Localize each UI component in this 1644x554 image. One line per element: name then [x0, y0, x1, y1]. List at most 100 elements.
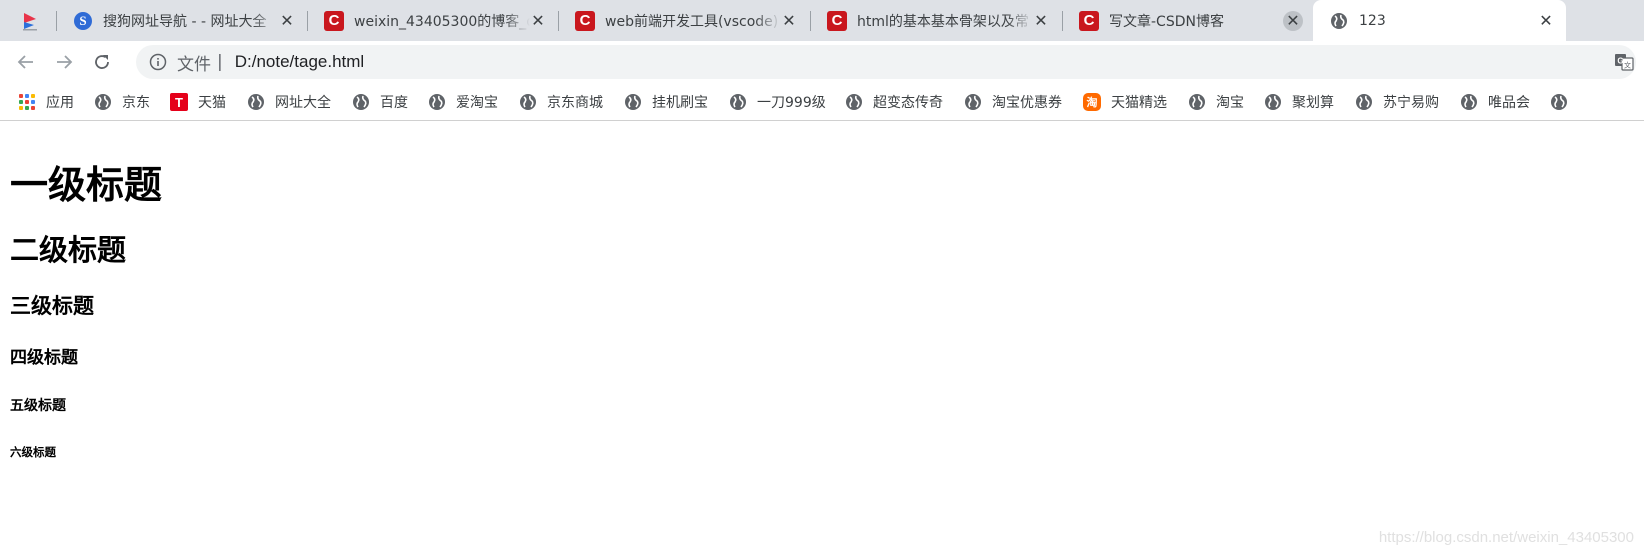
watermark: https://blog.csdn.net/weixin_43405300 [1378, 529, 1634, 546]
bookmark-baidu[interactable]: 百度 [352, 83, 408, 120]
bookmark-jd[interactable]: 京东 [94, 83, 150, 120]
url-text[interactable]: D:/note/tage.html [235, 52, 364, 72]
tab-title: 123 [1359, 12, 1386, 29]
close-icon[interactable]: ✕ [1283, 11, 1303, 31]
tab-strip: S 搜狗网址导航 - - 网址大全 ✕ C weixin_43405300的博客… [0, 0, 1644, 41]
arrow-right-icon [57, 55, 73, 69]
tab-html-skeleton[interactable]: C html的基本基本骨架以及常 ✕ [811, 0, 1061, 41]
svg-text:文: 文 [1624, 61, 1631, 70]
page-content: 一级标题 二级标题 三级标题 四级标题 五级标题 六级标题 https://bl… [0, 122, 1644, 554]
tab-csdn-blog[interactable]: C weixin_43405300的博客_q ✕ [308, 0, 558, 41]
bookmark-overflow[interactable] [1550, 83, 1578, 120]
apps-grid-icon [18, 93, 36, 111]
csdn-icon: C [324, 10, 344, 31]
svg-text:G: G [1617, 57, 1623, 66]
bookmark-label: 聚划算 [1292, 95, 1334, 111]
bookmark-label: 淘宝 [1216, 95, 1244, 111]
back-button[interactable] [12, 48, 40, 76]
arrow-left-icon [17, 55, 33, 69]
globe-icon [624, 93, 642, 111]
bookmark-label: 天猫 [198, 95, 226, 111]
taobao-icon: 淘 [1083, 93, 1101, 111]
reload-icon [95, 55, 109, 69]
heading-level-3: 三级标题 [10, 294, 94, 318]
close-icon[interactable]: ✕ [277, 11, 297, 31]
reload-button[interactable] [88, 48, 116, 76]
globe-icon [845, 93, 863, 111]
bookmark-url-directory[interactable]: 网址大全 [247, 83, 331, 120]
bookmark-taobao-coupon[interactable]: 淘宝优惠券 [964, 83, 1062, 120]
bookmark-suning[interactable]: 苏宁易购 [1355, 83, 1439, 120]
scheme-label: 文件 [177, 54, 211, 75]
bookmark-label: 京东商城 [547, 95, 603, 111]
close-icon[interactable]: ✕ [1536, 11, 1556, 31]
tab-title: 搜狗网址导航 - - 网址大全 [103, 13, 267, 30]
globe-icon [428, 93, 446, 111]
globe-icon [1355, 93, 1373, 111]
close-icon[interactable]: ✕ [1031, 11, 1051, 31]
tab-title: weixin_43405300的博客_q [354, 13, 530, 30]
csdn-icon: C [1079, 10, 1099, 31]
globe-icon [1460, 93, 1478, 111]
tab-title: web前端开发工具(vscode) [605, 13, 779, 30]
bookmark-ai-taobao[interactable]: 爱淘宝 [428, 83, 498, 120]
bookmark-label: 挂机刷宝 [652, 95, 708, 111]
bookmark-label: 淘宝优惠券 [992, 95, 1062, 111]
tmall-icon: T [170, 93, 188, 111]
bookmark-apps[interactable]: 应用 [18, 83, 74, 120]
translate-icon[interactable]: G文 [1614, 52, 1634, 72]
toolbar: 文件 | D:/note/tage.html G文 [0, 41, 1644, 83]
globe-icon [519, 93, 537, 111]
heading-level-1: 一级标题 [10, 163, 163, 207]
bookmark-juhuasuan[interactable]: 聚划算 [1264, 83, 1334, 120]
bookmarks-bar: 应用 京东 T 天猫 网址大全 百度 爱淘宝 京东商城 挂机刷宝 一刀999级 … [0, 83, 1644, 121]
forward-button[interactable] [50, 48, 78, 76]
tab-web-tools[interactable]: C web前端开发工具(vscode) ✕ [559, 0, 809, 41]
sogou-icon: S [73, 11, 93, 31]
bookmark-vip[interactable]: 唯品会 [1460, 83, 1530, 120]
address-bar[interactable]: 文件 | D:/note/tage.html G文 [136, 45, 1636, 79]
bookmark-jd-mall[interactable]: 京东商城 [519, 83, 603, 120]
bookmark-yidao[interactable]: 一刀999级 [729, 83, 826, 120]
app-logo-icon [20, 11, 40, 31]
bookmark-tmall-select[interactable]: 淘 天猫精选 [1083, 83, 1167, 120]
globe-icon [352, 93, 370, 111]
globe-icon [94, 93, 112, 111]
tab-app-logo[interactable] [0, 0, 56, 41]
csdn-icon: C [827, 10, 847, 31]
globe-icon [1188, 93, 1206, 111]
heading-level-5: 五级标题 [10, 398, 66, 414]
bookmark-label: 百度 [380, 95, 408, 111]
globe-icon [964, 93, 982, 111]
bookmark-label: 天猫精选 [1111, 95, 1167, 111]
bookmark-label: 应用 [46, 95, 74, 111]
scheme-separator: | [217, 52, 223, 72]
globe-icon [1329, 11, 1349, 31]
bookmark-label: 京东 [122, 95, 150, 111]
csdn-icon: C [575, 10, 595, 31]
bookmark-tmall[interactable]: T 天猫 [170, 83, 226, 120]
heading-level-2: 二级标题 [10, 233, 127, 267]
close-icon[interactable]: ✕ [779, 11, 799, 31]
globe-icon [247, 93, 265, 111]
tab-sogou[interactable]: S 搜狗网址导航 - - 网址大全 ✕ [57, 0, 307, 41]
bookmark-label: 一刀999级 [757, 95, 826, 111]
tab-write-article[interactable]: C 写文章-CSDN博客 ✕ [1063, 0, 1313, 41]
heading-level-4: 四级标题 [10, 348, 78, 368]
bookmark-label: 超变态传奇 [873, 95, 943, 111]
bookmark-label: 唯品会 [1488, 95, 1530, 111]
tab-active-page[interactable]: 123 ✕ [1313, 0, 1566, 41]
tab-title: 写文章-CSDN博客 [1109, 13, 1224, 30]
tab-title: html的基本基本骨架以及常 [857, 13, 1029, 30]
bookmark-label: 苏宁易购 [1383, 95, 1439, 111]
bookmark-label: 爱淘宝 [456, 95, 498, 111]
globe-icon [729, 93, 747, 111]
bookmark-chuanqi[interactable]: 超变态传奇 [845, 83, 943, 120]
heading-level-6: 六级标题 [10, 445, 56, 459]
globe-icon [1550, 93, 1568, 111]
info-icon[interactable] [149, 53, 167, 71]
globe-icon [1264, 93, 1282, 111]
bookmark-taobao[interactable]: 淘宝 [1188, 83, 1244, 120]
close-icon[interactable]: ✕ [528, 11, 548, 31]
bookmark-guaji[interactable]: 挂机刷宝 [624, 83, 708, 120]
